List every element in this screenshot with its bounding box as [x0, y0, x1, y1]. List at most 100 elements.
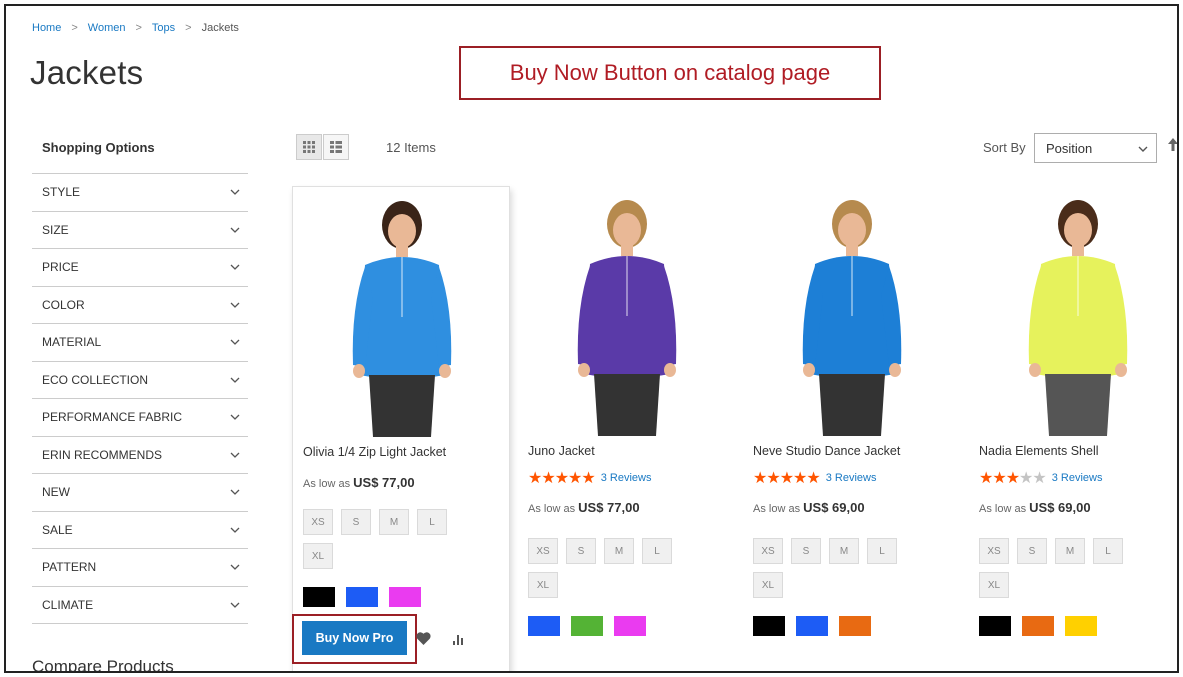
compare-products-title: Compare Products: [32, 657, 174, 673]
size-option[interactable]: XL: [979, 572, 1009, 598]
filter-eco-collection[interactable]: ECO COLLECTION: [32, 362, 248, 399]
product-photo[interactable]: [969, 186, 1179, 436]
sort-by-select[interactable]: Position: [1034, 133, 1157, 163]
size-option[interactable]: L: [417, 509, 447, 535]
list-view-button[interactable]: [323, 134, 349, 160]
product-photo[interactable]: [518, 186, 736, 436]
size-option[interactable]: S: [791, 538, 821, 564]
size-option[interactable]: M: [1055, 538, 1085, 564]
rating-stars: ★★★★★: [979, 468, 1047, 488]
filter-label: PATTERN: [42, 560, 97, 575]
product-photo[interactable]: [743, 186, 961, 436]
star-icon: ★: [793, 470, 807, 487]
star-icon: ★: [541, 470, 555, 487]
size-option[interactable]: XS: [303, 509, 333, 535]
product-rating: ★★★★★ 3 Reviews: [753, 468, 876, 488]
star-icon: ★: [1019, 470, 1033, 487]
size-options: XS S M L XL: [528, 538, 708, 598]
filter-label: MATERIAL: [42, 335, 102, 350]
breadcrumb-women[interactable]: Women: [88, 22, 126, 34]
product-photo[interactable]: [293, 187, 511, 437]
price-prefix: As low as: [303, 478, 351, 490]
chevron-down-icon: [230, 264, 240, 271]
chevron-down-icon: [230, 227, 240, 233]
filter-label: STYLE: [42, 185, 81, 200]
filter-price[interactable]: PRICE: [32, 249, 248, 287]
size-option[interactable]: S: [341, 509, 371, 535]
size-options: XS S M L XL: [303, 509, 483, 569]
breadcrumb: Home > Women > Tops > Jackets: [32, 22, 239, 34]
size-option[interactable]: M: [379, 509, 409, 535]
filter-pattern[interactable]: PATTERN: [32, 549, 248, 587]
filter-size[interactable]: SIZE: [32, 212, 248, 249]
filter-label: ECO COLLECTION: [42, 372, 149, 387]
color-swatch[interactable]: [1022, 616, 1054, 636]
reviews-link[interactable]: 3 Reviews: [826, 472, 877, 484]
color-swatch[interactable]: [346, 587, 378, 607]
color-swatch[interactable]: [303, 587, 335, 607]
color-swatch[interactable]: [1065, 616, 1097, 636]
color-swatch[interactable]: [571, 616, 603, 636]
color-swatch[interactable]: [979, 616, 1011, 636]
filter-climate[interactable]: CLIMATE: [32, 587, 248, 624]
product-image[interactable]: [743, 186, 961, 436]
color-swatches: [979, 616, 1097, 636]
filter-performance-fabric[interactable]: PERFORMANCE FABRIC: [32, 399, 248, 437]
product-image[interactable]: [518, 186, 736, 436]
product-image[interactable]: [293, 187, 511, 437]
heart-icon[interactable]: [416, 632, 431, 645]
color-swatches: [303, 587, 421, 607]
filter-label: NEW: [42, 485, 70, 500]
filter-erin-recommends[interactable]: ERIN RECOMMENDS: [32, 437, 248, 474]
product-name[interactable]: Nadia Elements Shell: [979, 444, 1099, 458]
rating-stars: ★★★★★: [528, 468, 596, 488]
buy-now-pro-button[interactable]: Buy Now Pro: [302, 621, 407, 655]
color-swatch[interactable]: [389, 587, 421, 607]
filter-color[interactable]: COLOR: [32, 287, 248, 324]
rating-stars: ★★★★★: [753, 468, 821, 488]
color-swatch[interactable]: [614, 616, 646, 636]
size-option[interactable]: XS: [753, 538, 783, 564]
color-swatches: [753, 616, 871, 636]
product-price: As low as US$ 77,00: [528, 500, 640, 515]
breadcrumb-home[interactable]: Home: [32, 22, 61, 34]
product-price: As low as US$ 77,00: [303, 475, 415, 490]
size-option[interactable]: M: [604, 538, 634, 564]
chevron-down-icon: [230, 377, 240, 383]
reviews-link[interactable]: 3 Reviews: [1052, 472, 1103, 484]
compare-icon[interactable]: [453, 633, 466, 645]
filter-material[interactable]: MATERIAL: [32, 324, 248, 362]
filter-new[interactable]: NEW: [32, 474, 248, 512]
size-option[interactable]: L: [1093, 538, 1123, 564]
size-option[interactable]: S: [566, 538, 596, 564]
sort-direction-arrow-icon[interactable]: [1168, 138, 1178, 151]
product-item[interactable]: Olivia 1/4 Zip Light Jacket As low as US…: [292, 186, 511, 671]
filter-sale[interactable]: SALE: [32, 512, 248, 549]
size-option[interactable]: L: [867, 538, 897, 564]
color-swatch[interactable]: [796, 616, 828, 636]
size-option[interactable]: XL: [753, 572, 783, 598]
size-option[interactable]: L: [642, 538, 672, 564]
color-swatch[interactable]: [839, 616, 871, 636]
product-image[interactable]: [969, 186, 1179, 436]
product-name[interactable]: Neve Studio Dance Jacket: [753, 444, 900, 458]
size-option[interactable]: M: [829, 538, 859, 564]
size-option[interactable]: XL: [303, 543, 333, 569]
star-icon: ★: [528, 470, 542, 487]
size-option[interactable]: XS: [528, 538, 558, 564]
product-price: As low as US$ 69,00: [753, 500, 865, 515]
color-swatch[interactable]: [528, 616, 560, 636]
reviews-link[interactable]: 3 Reviews: [601, 472, 652, 484]
size-option[interactable]: S: [1017, 538, 1047, 564]
shopping-options-title: Shopping Options: [32, 132, 248, 174]
product-name[interactable]: Olivia 1/4 Zip Light Jacket: [303, 445, 446, 459]
product-name[interactable]: Juno Jacket: [528, 444, 595, 458]
color-swatch[interactable]: [753, 616, 785, 636]
size-option[interactable]: XL: [528, 572, 558, 598]
breadcrumb-tops[interactable]: Tops: [152, 22, 175, 34]
star-icon: ★: [779, 470, 794, 487]
price-value: US$ 77,00: [578, 500, 640, 515]
grid-view-button[interactable]: [296, 134, 322, 160]
size-option[interactable]: XS: [979, 538, 1009, 564]
filter-style[interactable]: STYLE: [32, 174, 248, 212]
